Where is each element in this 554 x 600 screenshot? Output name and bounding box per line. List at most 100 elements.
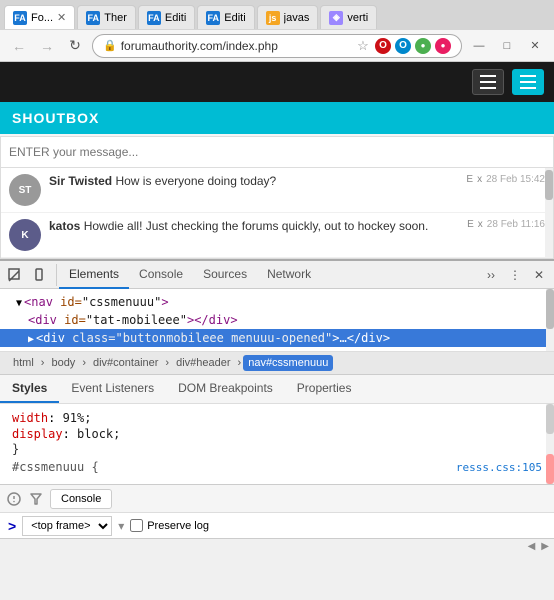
- styles-tab-styles[interactable]: Styles: [0, 375, 59, 403]
- tab-4-label: Editi: [224, 12, 245, 24]
- forward-button[interactable]: →: [36, 35, 58, 57]
- tab-1-label: Fo...: [31, 12, 53, 24]
- rule-selector: #cssmenuuu {: [12, 460, 99, 474]
- styles-tab-dom-breakpoints[interactable]: DOM Breakpoints: [166, 375, 285, 403]
- tab-6[interactable]: ◈ verti: [320, 5, 377, 29]
- tab-1[interactable]: FA Fo... ✕: [4, 5, 75, 29]
- tab-4[interactable]: FA Editi: [197, 5, 254, 29]
- devtools-close-button[interactable]: ✕: [528, 264, 550, 286]
- rule-header: #cssmenuuu { resss.css:105: [12, 456, 542, 476]
- devtools-settings-button[interactable]: ⋮: [504, 264, 526, 286]
- message-delete-2[interactable]: x: [478, 219, 483, 230]
- maximize-button[interactable]: □: [496, 35, 518, 57]
- devtools-more-button[interactable]: ››: [480, 264, 502, 286]
- tab-5[interactable]: js javas: [257, 5, 319, 29]
- console-frame-select[interactable]: <top frame>: [22, 516, 112, 536]
- message-delete-1[interactable]: x: [477, 174, 482, 185]
- styles-tab-event-listeners[interactable]: Event Listeners: [59, 375, 166, 403]
- tab-3-label: Editi: [165, 12, 186, 24]
- dom-line-1: ▼<nav id="cssmenuuu">: [0, 293, 554, 311]
- console-button[interactable]: Console: [50, 489, 112, 509]
- messages-scrollthumb: [545, 170, 553, 200]
- styles-scrollbar[interactable]: [546, 404, 554, 484]
- styles-tabs: Styles Event Listeners DOM Breakpoints P…: [0, 375, 554, 404]
- tab-2[interactable]: FA Ther: [77, 5, 136, 29]
- dom-triangle-3[interactable]: ▶: [28, 334, 34, 345]
- site-header: [0, 62, 554, 102]
- css-prop-display: display: [12, 427, 63, 441]
- tab-3[interactable]: FA Editi: [138, 5, 195, 29]
- tab-5-favicon: js: [266, 11, 280, 25]
- reload-button[interactable]: ↻: [64, 35, 86, 57]
- message-edit-1[interactable]: E: [466, 174, 473, 185]
- message-row-1: ST Sir Twisted How is everyone doing tod…: [1, 168, 553, 213]
- message-time-2: 28 Feb 11:16: [487, 219, 545, 230]
- tab-5-label: javas: [284, 12, 310, 24]
- avatar-1: ST: [9, 174, 41, 206]
- css-colon-1: :: [48, 411, 62, 425]
- preserve-log-checkbox[interactable]: [130, 519, 143, 532]
- shoutbox-input[interactable]: [0, 136, 554, 168]
- console-circle-icon[interactable]: [6, 491, 22, 507]
- tab-console[interactable]: Console: [129, 261, 193, 289]
- message-content-1: Sir Twisted How is everyone doing today?: [49, 174, 458, 188]
- css-prop-width: width: [12, 411, 48, 425]
- console-prompt: >: [8, 518, 16, 534]
- styles-tab-properties[interactable]: Properties: [285, 375, 364, 403]
- opera-icon[interactable]: O: [375, 38, 391, 54]
- message-edit-2[interactable]: E: [467, 219, 474, 230]
- close-browser-button[interactable]: ✕: [524, 35, 546, 57]
- tab-sources[interactable]: Sources: [193, 261, 257, 289]
- tab-network[interactable]: Network: [257, 261, 321, 289]
- mobile-icon[interactable]: [28, 264, 50, 286]
- preserve-log-checkbox-label[interactable]: Preserve log: [130, 519, 209, 532]
- styles-scrollthumb-bottom: [546, 454, 554, 484]
- breadcrumb-sep-3: ›: [165, 357, 169, 369]
- preserve-log-label: Preserve log: [147, 520, 209, 532]
- tab-2-favicon: FA: [86, 11, 100, 25]
- hamburger-line: [480, 87, 496, 89]
- dom-triangle-1[interactable]: ▼: [16, 298, 22, 309]
- address-bar[interactable]: 🔒 forumauthority.com/index.php ☆ O O ● ●: [92, 34, 462, 58]
- hamburger-menu-2[interactable]: [512, 69, 544, 95]
- dom-scrollthumb: [546, 289, 554, 329]
- browser-controls: ← → ↻ 🔒 forumauthority.com/index.php ☆ O…: [0, 30, 554, 62]
- extension2-icon[interactable]: ●: [435, 38, 451, 54]
- devtools-tabs: Elements Console Sources Network: [59, 261, 478, 289]
- extension-icon[interactable]: ●: [415, 38, 431, 54]
- devtools-icons: [4, 264, 57, 286]
- breadcrumb-body[interactable]: body: [46, 355, 80, 371]
- minimize-button[interactable]: —: [468, 35, 490, 57]
- console-filter-icon[interactable]: [28, 491, 44, 507]
- rule-source[interactable]: resss.css:105: [456, 461, 542, 474]
- opera-blue-icon[interactable]: O: [395, 38, 411, 54]
- hamburger-menu-1[interactable]: [472, 69, 504, 95]
- bottom-row: ◀ ▶: [0, 538, 554, 554]
- hamburger-line: [520, 87, 536, 89]
- breadcrumb-divheader[interactable]: div#header: [171, 355, 235, 371]
- breadcrumb-nav[interactable]: nav#cssmenuuu: [243, 355, 333, 371]
- back-button[interactable]: ←: [8, 35, 30, 57]
- breadcrumb-divcontainer[interactable]: div#container: [88, 355, 163, 371]
- dom-line-3[interactable]: ▶<div class="buttonmobileee menuuu-opene…: [0, 329, 554, 347]
- dropdown-arrow[interactable]: ▾: [118, 519, 124, 533]
- breadcrumb-html[interactable]: html: [8, 355, 39, 371]
- scroll-right-arrow[interactable]: ▶: [538, 541, 552, 552]
- shoutbox-messages: ST Sir Twisted How is everyone doing tod…: [0, 168, 554, 259]
- bookmark-icon[interactable]: ☆: [355, 38, 371, 54]
- message-username-2: katos: [49, 219, 80, 233]
- tab-1-favicon: FA: [13, 11, 27, 25]
- message-meta-1: E x 28 Feb 15:42: [466, 174, 545, 185]
- hamburger-line: [480, 81, 496, 83]
- styles-content: width: 91%; display: block; } #cssmenuuu…: [0, 404, 554, 484]
- cursor-icon[interactable]: [4, 264, 26, 286]
- address-icons: ☆ O O ● ●: [355, 38, 451, 54]
- messages-scrollbar[interactable]: [545, 168, 553, 258]
- tab-3-favicon: FA: [147, 11, 161, 25]
- dom-scrollbar[interactable]: [546, 289, 554, 351]
- tab-1-close[interactable]: ✕: [57, 11, 66, 24]
- message-username-1: Sir Twisted: [49, 174, 112, 188]
- hamburger-line: [520, 81, 536, 83]
- tab-elements[interactable]: Elements: [59, 261, 129, 289]
- scroll-left-arrow[interactable]: ◀: [525, 541, 539, 552]
